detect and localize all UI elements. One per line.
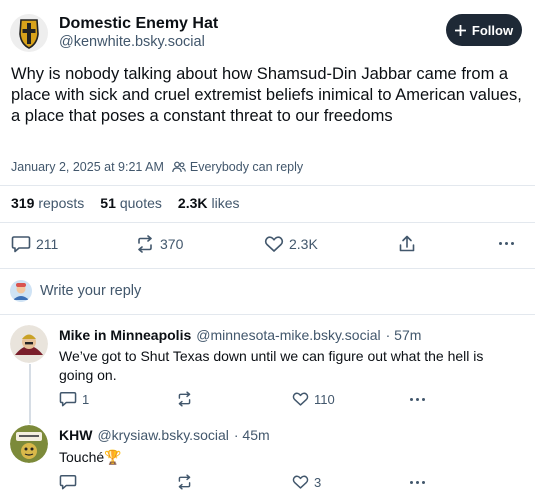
post-timestamp[interactable]: January 2, 2025 at 9:21 AM [11,160,164,174]
reply-age[interactable]: · 45m [234,427,270,443]
reply-text: We’ve got to Shut Texas down until we ca… [59,348,484,383]
like-action[interactable]: 3 [292,474,321,490]
reply-avatar[interactable] [10,425,48,463]
more-icon [499,242,514,245]
reply-display-name[interactable]: Mike in Minneapolis [59,327,191,343]
post-stats: 319 reposts 51 quotes 2.3K likes [11,195,240,211]
follow-label: Follow [471,22,514,38]
divider [0,222,535,223]
heart-icon [292,474,309,490]
reply-age[interactable]: · 57m [386,327,422,343]
like-count: 110 [314,391,335,407]
people-icon [172,161,186,173]
divider [0,268,535,269]
reply-action[interactable] [59,474,82,490]
repost-icon [176,474,193,490]
reply-setting-label: Everybody can reply [189,160,304,174]
post-text: Why is nobody talking about how Shamsud-… [11,65,522,125]
divider [0,314,535,315]
heart-icon [264,235,284,253]
repost-action[interactable] [176,474,193,490]
comment-icon [11,235,31,253]
like-count: 3 [314,474,322,490]
comment-icon [59,474,77,490]
reply-handle[interactable]: @krysiaw.bsky.social [97,427,228,443]
reply-action[interactable]: 211 [11,235,58,253]
repost-action[interactable]: 370 [135,235,183,253]
like-action[interactable]: 110 [292,391,335,407]
divider [0,185,535,186]
repost-icon [176,391,193,407]
heart-icon [292,391,309,407]
repost-count: 370 [160,236,184,252]
reply-count: 211 [36,236,59,252]
reply-header: KHW @krysiaw.bsky.social · 45m [59,427,270,443]
author-handle[interactable]: @kenwhite.bsky.social [59,34,205,50]
stat-reposts[interactable]: 319 reposts [11,195,84,211]
plus-icon [454,24,466,36]
author-avatar[interactable] [10,14,48,52]
more-icon [410,398,425,401]
reply-header: Mike in Minneapolis @minnesota-mike.bsky… [59,327,421,343]
reply-count: 1 [82,391,90,407]
more-options-button[interactable] [410,481,425,484]
author-display-name[interactable]: Domestic Enemy Hat [59,15,218,33]
follow-button[interactable]: Follow [446,14,522,46]
more-options-button[interactable] [499,242,514,245]
repost-action[interactable] [176,391,193,407]
reply-display-name[interactable]: KHW [59,427,92,443]
compose-reply[interactable]: Write your reply [10,280,141,302]
comment-icon [59,391,77,407]
post-meta: January 2, 2025 at 9:21 AM Everybody can… [11,160,303,174]
thread-line [29,364,31,424]
like-action[interactable]: 2.3K [264,235,318,253]
like-count: 2.3K [289,236,318,252]
reply-avatar[interactable] [10,325,48,363]
more-options-button[interactable] [410,398,425,401]
stat-likes[interactable]: 2.3K likes [178,195,240,211]
reply-text: Touché🏆 [59,449,122,465]
compose-placeholder: Write your reply [40,283,142,299]
share-button[interactable] [398,235,416,253]
repost-icon [135,235,155,253]
reply-handle[interactable]: @minnesota-mike.bsky.social [196,327,380,343]
reply-setting: Everybody can reply [172,160,303,174]
share-icon [398,235,416,253]
user-avatar [10,280,32,302]
stat-quotes[interactable]: 51 quotes [100,195,162,211]
more-icon [410,481,425,484]
reply-action[interactable]: 1 [59,391,89,407]
